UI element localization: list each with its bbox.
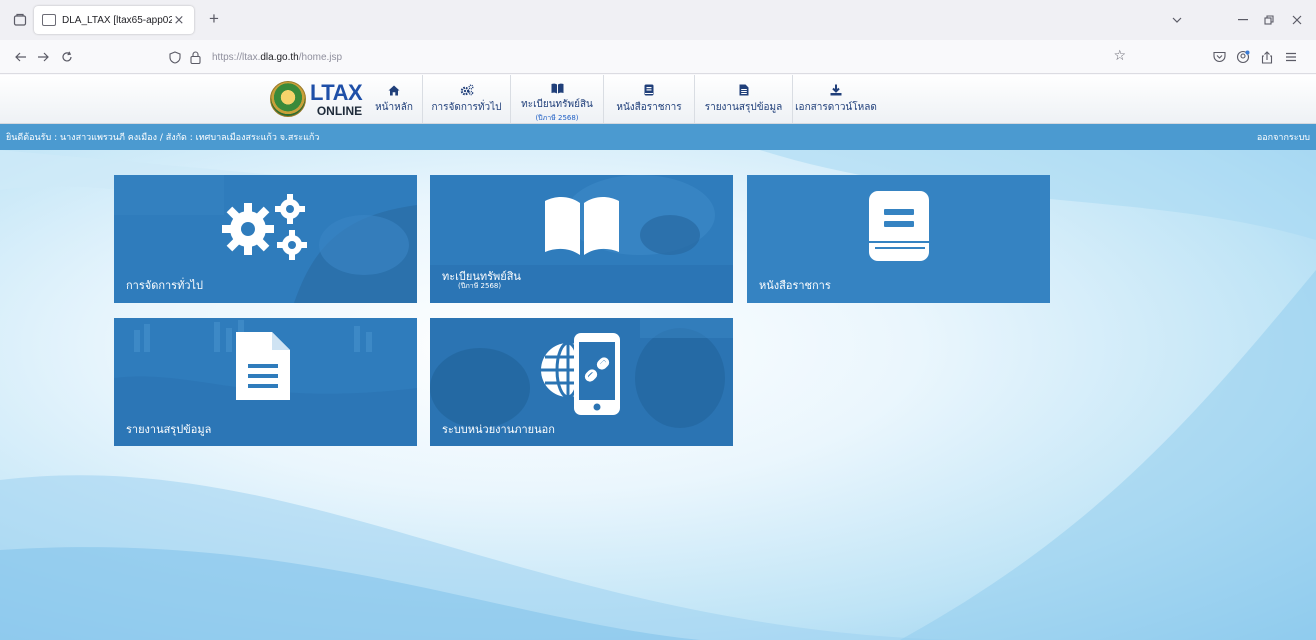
restore-window-icon[interactable] [1258, 10, 1280, 30]
tracking-shield-icon[interactable] [166, 48, 184, 66]
menu-item-download-documents[interactable]: เอกสารดาวน์โหลด [793, 75, 879, 123]
browser-navbar: https://ltax.dla.go.th/home.jsp ☆ [0, 40, 1316, 74]
pocket-icon[interactable] [1208, 46, 1230, 68]
close-window-icon[interactable] [1286, 10, 1308, 30]
ltax-online-logo[interactable]: LTAX ONLINE [270, 79, 363, 118]
tile-label: ระบบหน่วยงานภายนอก [442, 423, 555, 436]
tile-sublabel: (ปีภาษี 2568) [458, 282, 502, 290]
menu-label: เอกสารดาวน์โหลด [795, 102, 877, 113]
logout-link[interactable]: ออกจากระบบ [1257, 130, 1310, 144]
menu-item-summary-report[interactable]: รายงานสรุปข้อมูล [695, 75, 793, 123]
welcome-user-text: ยินดีต้อนรับ : นางสาวแพรวนภี คงเมือง / ส… [6, 133, 320, 143]
tile-external-agency-system[interactable]: ระบบหน่วยงานภายนอก [430, 318, 733, 446]
page-favicon-icon [42, 14, 56, 26]
logo-title: LTAX [310, 79, 363, 105]
logo-subtitle: ONLINE [316, 103, 363, 118]
url-bar[interactable]: https://ltax.dla.go.th/home.jsp ☆ [160, 44, 1138, 70]
back-arrow-icon[interactable] [10, 46, 32, 68]
menu-item-general-management[interactable]: การจัดการทั่วไป [423, 75, 511, 123]
tab-list-icon[interactable] [8, 8, 32, 32]
home-icon [387, 83, 401, 97]
tile-label: หนังสือราชการ [759, 279, 831, 292]
menu-item-home[interactable]: หน้าหลัก [366, 75, 423, 123]
tile-label: การจัดการทั่วไป [126, 279, 204, 292]
gears-icon [460, 83, 474, 97]
tab-title: DLA_LTAX [ltax65-app02] [62, 14, 172, 26]
extensions-account-icon[interactable] [1232, 46, 1254, 68]
menu-item-official-letters[interactable]: หนังสือราชการ [604, 75, 695, 123]
tile-summary-report[interactable]: รายงานสรุปข้อมูล [114, 318, 417, 446]
download-icon [829, 83, 843, 97]
report-file-icon [737, 83, 751, 97]
menu-label: หนังสือราชการ [616, 102, 682, 113]
url-text[interactable]: https://ltax.dla.go.th/home.jsp [212, 52, 342, 63]
document-book-icon [642, 83, 656, 97]
dla-seal-logo [270, 81, 306, 117]
menu-sublabel: (ปีภาษี 2568) [535, 114, 579, 122]
bookmark-star-icon[interactable]: ☆ [1113, 48, 1126, 64]
menu-label: รายงานสรุปข้อมูล [704, 102, 783, 113]
tile-official-letters[interactable]: หนังสือราชการ [747, 175, 1050, 303]
menu-item-property-register[interactable]: ทะเบียนทรัพย์สิน (ปีภาษี 2568) [511, 75, 604, 123]
new-tab-button[interactable]: + [203, 8, 225, 30]
tile-label: รายงานสรุปข้อมูล [126, 423, 212, 436]
tab-close-icon[interactable]: × [172, 13, 186, 28]
page-background: การจัดการทั่วไป ทะเบียนทรัพย์สิน (ปีภาษี… [0, 150, 1316, 640]
book-icon [550, 83, 564, 94]
forward-arrow-icon[interactable] [32, 46, 54, 68]
site-header: LTAX ONLINE หน้าหลัก การจัดการทั่วไป ทะเ… [0, 75, 1316, 124]
lock-icon[interactable] [186, 48, 204, 66]
browser-tabstrip: DLA_LTAX [ltax65-app02] × + [0, 0, 1316, 40]
browser-tab-active[interactable]: DLA_LTAX [ltax65-app02] × [34, 6, 194, 34]
menu-label: หน้าหลัก [375, 102, 413, 113]
tab-overflow-chevron-icon[interactable] [1166, 10, 1188, 30]
reload-icon[interactable] [56, 46, 78, 68]
tile-property-register[interactable]: ทะเบียนทรัพย์สิน (ปีภาษี 2568) [430, 175, 733, 303]
tile-general-management[interactable]: การจัดการทั่วไป [114, 175, 417, 303]
menu-label: การจัดการทั่วไป [431, 102, 502, 113]
welcome-bar: ยินดีต้อนรับ : นางสาวแพรวนภี คงเมือง / ส… [0, 124, 1316, 150]
share-extension-icon[interactable] [1256, 46, 1278, 68]
menu-label: ทะเบียนทรัพย์สิน [521, 99, 593, 110]
hamburger-menu-icon[interactable] [1280, 46, 1302, 68]
minimize-window-icon[interactable] [1232, 10, 1254, 30]
